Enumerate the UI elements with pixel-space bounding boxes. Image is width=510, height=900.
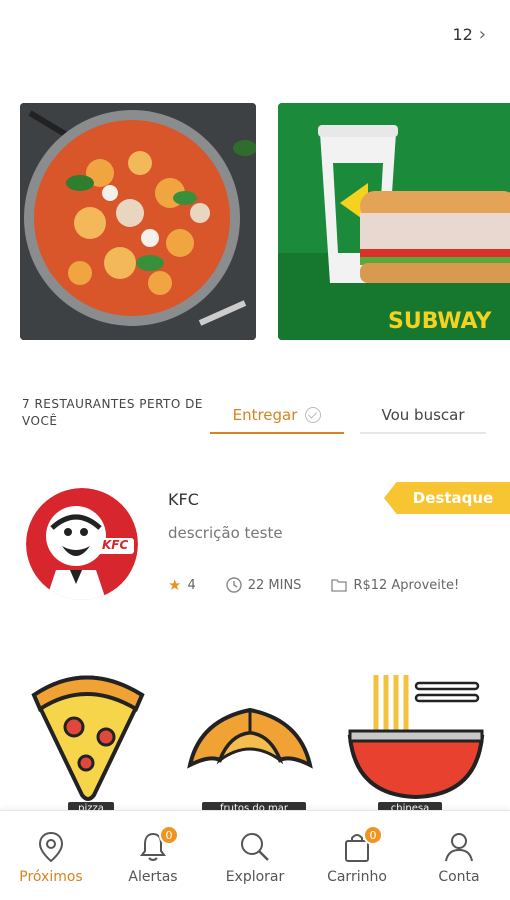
nav-explorar[interactable]: Explorar [204,811,306,900]
category-list: pizza frutos do mar chinesa [0,665,510,810]
featured-badge: Destaque [384,482,510,514]
delivery-mode-section: 7 RESTAURANTES PERTO DE VOCÊ Entregar Vo… [20,390,486,440]
page-counter[interactable]: 12 › [452,24,486,45]
pizza-icon [31,675,145,801]
delivery-time: 22 MINS [247,577,302,593]
subway-banner[interactable]: SUBWAY [278,103,510,340]
tab-deliver[interactable]: Entregar [210,398,344,434]
user-icon [445,833,473,862]
nav-conta-label: Conta [438,869,480,885]
kfc-logo: KFC [26,488,138,600]
restaurant-description: descrição teste [168,524,283,542]
tab-deliver-label: Entregar [232,406,298,424]
offer-text: R$12 Aproveite! [353,577,460,593]
chevron-right-icon: › [478,24,486,45]
restaurant-card[interactable]: KFC KFC descrição teste Destaque ★ 4 22 … [0,478,510,608]
category-chinesa-label: chinesa [378,802,442,810]
nav-proximos-label: Próximos [19,869,83,885]
nav-alertas[interactable]: 0 Alertas [102,811,204,900]
restaurant-name: KFC [168,490,199,509]
clock-icon [226,577,242,593]
counter-value: 12 [452,25,473,44]
subway-image: SUBWAY [278,103,510,340]
restaurant-meta: ★ 4 22 MINS R$12 Aproveite! [168,576,459,594]
pasta-image [20,103,256,340]
location-pin-icon [38,831,64,863]
nav-conta[interactable]: Conta [408,811,510,900]
rating-value: 4 [187,577,196,593]
nav-proximos[interactable]: Próximos [0,811,102,900]
search-icon [241,833,269,861]
nav-explorar-label: Explorar [225,869,285,885]
alerts-badge: 0 [159,825,179,845]
croissant-icon [187,707,313,769]
category-pizza[interactable]: pizza [24,665,174,810]
check-circle-icon [305,407,322,423]
kfc-logo-text: KFC [102,538,129,552]
noodles-icon [347,675,485,800]
tab-pickup[interactable]: Vou buscar [360,398,486,434]
nearby-restaurants-count: 7 RESTAURANTES PERTO DE VOCÊ [22,397,203,428]
category-pizza-label: pizza [68,802,114,810]
nav-alertas-label: Alertas [128,869,178,885]
star-icon: ★ [168,576,182,594]
nav-carrinho[interactable]: 0 Carrinho [306,811,408,900]
subway-logo-text: SUBWAY [388,309,492,334]
bottom-navigation: Próximos 0 Alertas Explorar 0 Carrinho C… [0,810,510,900]
pasta-banner[interactable] [20,103,256,340]
category-chinesa[interactable]: chinesa [346,665,496,810]
folder-icon [331,579,348,592]
tab-pickup-label: Vou buscar [381,406,465,424]
category-frutos-do-mar[interactable]: frutos do mar [180,665,330,810]
category-frutos-label: frutos do mar [202,802,306,810]
cart-badge: 0 [363,825,383,845]
nav-carrinho-label: Carrinho [327,869,387,885]
banner-carousel[interactable]: SUBWAY [20,103,510,340]
